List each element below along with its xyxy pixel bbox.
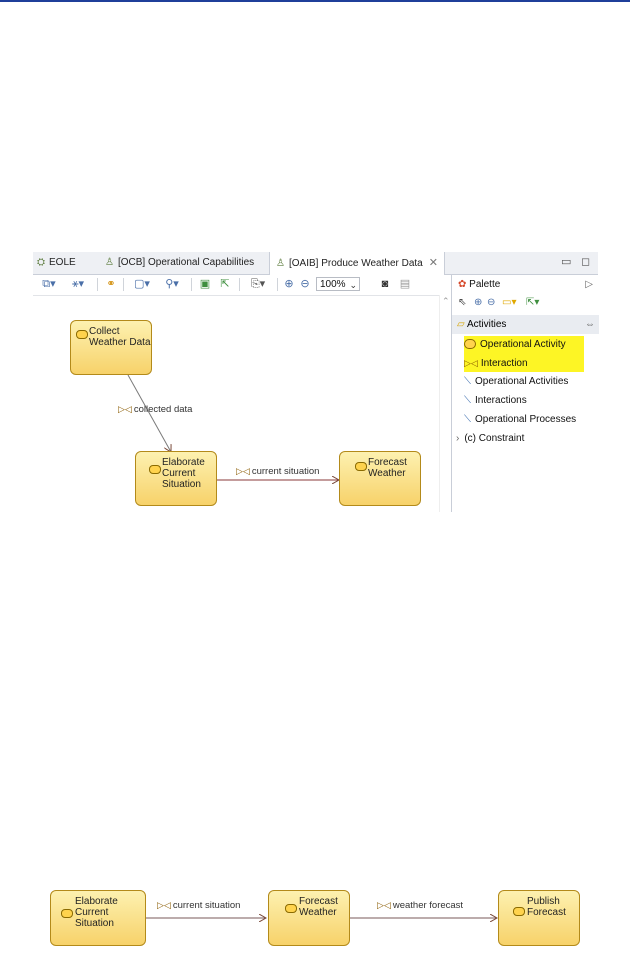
operational-activity-icon bbox=[355, 462, 367, 471]
operational-activity-icon bbox=[285, 904, 297, 913]
node-forecast-weather[interactable]: Forecast Weather bbox=[339, 451, 421, 506]
node-publish-forecast[interactable]: Publish Forecast bbox=[498, 890, 580, 946]
interaction-icon: ▷◁ bbox=[157, 900, 171, 910]
interaction-icon: ▷◁ bbox=[118, 404, 132, 414]
edge-label-current-situation: ▷◁ current situation bbox=[236, 466, 320, 477]
edge-label-weather-forecast: ▷◁ weather forecast bbox=[377, 900, 464, 911]
operational-activity-icon bbox=[149, 465, 161, 474]
diagram-edges bbox=[127, 374, 630, 968]
edge-label-collected-data: ▷◁ collected data bbox=[118, 404, 193, 415]
interaction-icon: ▷◁ bbox=[377, 900, 391, 910]
interaction-icon: ▷◁ bbox=[236, 466, 250, 476]
node-elaborate-current-situation[interactable]: Elaborate Current Situation bbox=[135, 451, 217, 506]
node-elaborate-current-situation-2[interactable]: Elaborate Current Situation bbox=[50, 890, 146, 946]
operational-activity-icon bbox=[513, 907, 525, 916]
node-forecast-weather-2[interactable]: Forecast Weather bbox=[268, 890, 350, 946]
operational-activity-icon bbox=[61, 909, 73, 918]
operational-activity-icon bbox=[76, 330, 88, 339]
edge-label-current-situation-2: ▷◁ current situation bbox=[157, 900, 241, 911]
node-collect-weather-data[interactable]: Collect Weather Data bbox=[70, 320, 152, 375]
